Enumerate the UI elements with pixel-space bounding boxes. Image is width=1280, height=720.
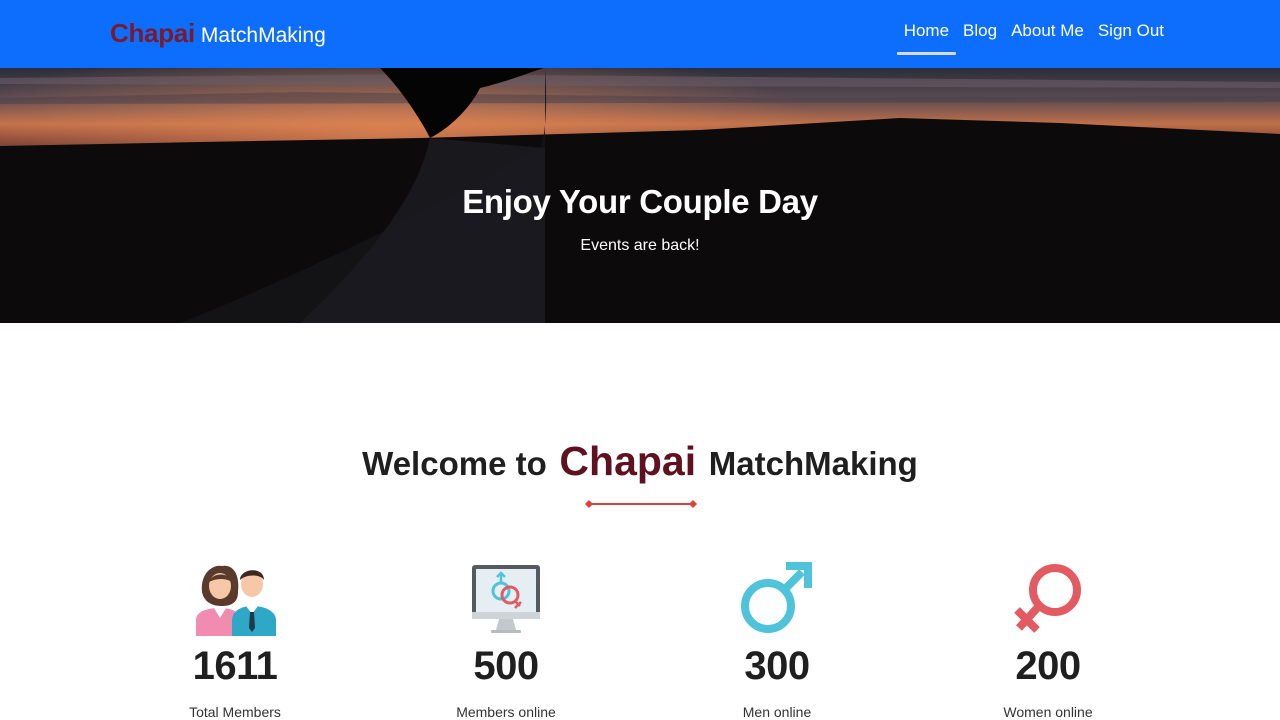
- hero-title: Enjoy Your Couple Day: [462, 183, 818, 220]
- stat-men-online: 300 Men online: [657, 562, 897, 720]
- welcome-heading: Welcome to Chapai MatchMaking: [0, 438, 1280, 485]
- welcome-prefix: Welcome to: [362, 445, 547, 482]
- nav-about-me-link[interactable]: About Me: [1011, 21, 1084, 41]
- male-symbol-icon: [741, 562, 812, 633]
- stat-women-online: 200 Women online: [928, 562, 1168, 720]
- couple-icon: [196, 565, 276, 636]
- stat-label: Members online: [456, 704, 556, 720]
- brand-logo[interactable]: Chapai MatchMaking: [110, 18, 326, 49]
- hero-subtitle: Events are back!: [580, 237, 700, 254]
- stat-total-members: 1611 Total Members: [115, 562, 355, 720]
- heart-divider-icon: [585, 500, 697, 508]
- brand-rest-text: MatchMaking: [200, 24, 326, 47]
- nav-home-link[interactable]: Home: [896, 21, 957, 55]
- nav-blog-link[interactable]: Blog: [963, 21, 997, 41]
- monitor-gender-icon: [472, 565, 540, 633]
- stat-label: Men online: [742, 704, 812, 720]
- stat-value: 500: [473, 644, 539, 688]
- stat-value: 200: [1015, 644, 1081, 688]
- stat-members-online: 500 Members online: [386, 562, 626, 720]
- main-nav: Home Blog About Me Sign Out: [890, 21, 1164, 55]
- navbar: Chapai MatchMaking Home Blog About Me Si…: [0, 0, 1280, 68]
- hero-banner: Enjoy Your Couple Day Events are back!: [0, 68, 1280, 323]
- nav-sign-out-link[interactable]: Sign Out: [1098, 21, 1164, 41]
- female-symbol-icon: [1014, 564, 1081, 633]
- brand-accent-text: Chapai: [110, 18, 195, 48]
- welcome-accent: Chapai: [559, 438, 697, 484]
- welcome-suffix: MatchMaking: [708, 445, 918, 482]
- stat-label: Total Members: [189, 704, 281, 720]
- stat-value: 1611: [192, 644, 278, 688]
- stat-value: 300: [744, 644, 810, 688]
- stat-label: Women online: [1003, 704, 1093, 720]
